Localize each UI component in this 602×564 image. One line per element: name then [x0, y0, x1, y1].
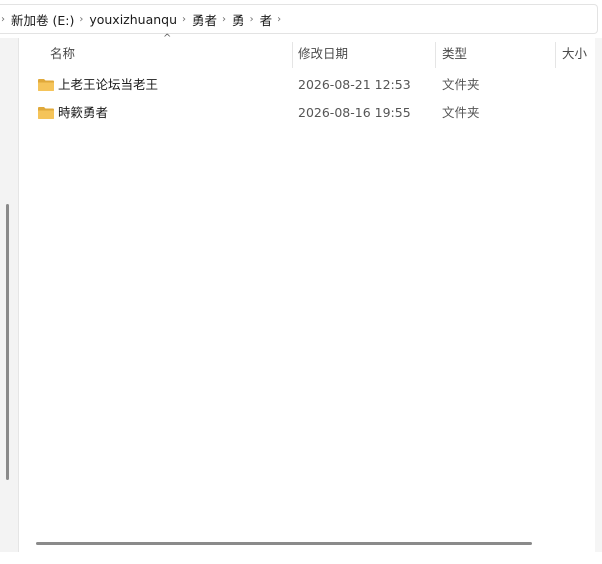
vertical-scrollbar-track[interactable]: [595, 38, 602, 552]
file-name: 時簌勇者: [58, 105, 109, 120]
column-divider[interactable]: [435, 42, 436, 68]
chevron-right-icon[interactable]: ›: [246, 14, 259, 25]
column-header-size[interactable]: 大小: [562, 45, 587, 63]
file-type: 文件夹: [442, 105, 480, 120]
folder-icon: [38, 107, 54, 119]
file-explorer-window: › 新加卷 (E:) › youxizhuanqu › 勇者 › 勇 › 者 ›…: [0, 0, 602, 564]
horizontal-scrollbar-thumb[interactable]: [36, 542, 532, 545]
breadcrumb-item-yong[interactable]: 勇: [231, 10, 246, 29]
file-row[interactable]: 時簌勇者 2026-08-16 19:55 文件夹: [19, 100, 595, 126]
chevron-right-icon[interactable]: ›: [0, 14, 10, 25]
folder-icon: [38, 79, 54, 91]
column-header-name[interactable]: 名称: [50, 45, 75, 63]
chevron-right-icon[interactable]: ›: [75, 14, 88, 25]
navigation-pane: [0, 38, 18, 552]
navigation-pane-scrollbar[interactable]: [6, 204, 9, 480]
chevron-right-icon[interactable]: ›: [218, 14, 231, 25]
horizontal-scrollbar[interactable]: [19, 536, 595, 552]
file-row[interactable]: 上老王论坛当老王 2026-08-21 12:53 文件夹: [19, 72, 595, 98]
file-list: ^ 名称 修改日期 类型 大小 上老王论坛当老王 2026-08-21 12:5…: [19, 33, 602, 552]
file-name: 上老王论坛当老王: [58, 77, 159, 92]
breadcrumb-item-drive[interactable]: 新加卷 (E:): [10, 10, 75, 29]
chevron-right-icon[interactable]: ›: [178, 14, 191, 25]
file-modified-date: 2026-08-21 12:53: [298, 77, 411, 92]
breadcrumb-item-yongzhe[interactable]: 勇者: [191, 10, 218, 29]
column-header-type[interactable]: 类型: [442, 45, 467, 63]
column-divider[interactable]: [292, 42, 293, 68]
breadcrumb-item-youxizhuanqu[interactable]: youxizhuanqu: [88, 12, 178, 27]
column-header-row: ^ 名称 修改日期 类型 大小: [19, 33, 602, 68]
file-type: 文件夹: [442, 77, 480, 92]
status-area: [0, 552, 602, 564]
file-modified-date: 2026-08-16 19:55: [298, 105, 411, 120]
column-header-date[interactable]: 修改日期: [298, 45, 348, 63]
sort-ascending-icon: ^: [163, 33, 172, 44]
chevron-right-icon[interactable]: ›: [273, 14, 286, 25]
breadcrumb[interactable]: › 新加卷 (E:) › youxizhuanqu › 勇者 › 勇 › 者 ›: [0, 4, 598, 34]
column-divider[interactable]: [555, 42, 556, 68]
breadcrumb-item-zhe[interactable]: 者: [259, 10, 274, 29]
